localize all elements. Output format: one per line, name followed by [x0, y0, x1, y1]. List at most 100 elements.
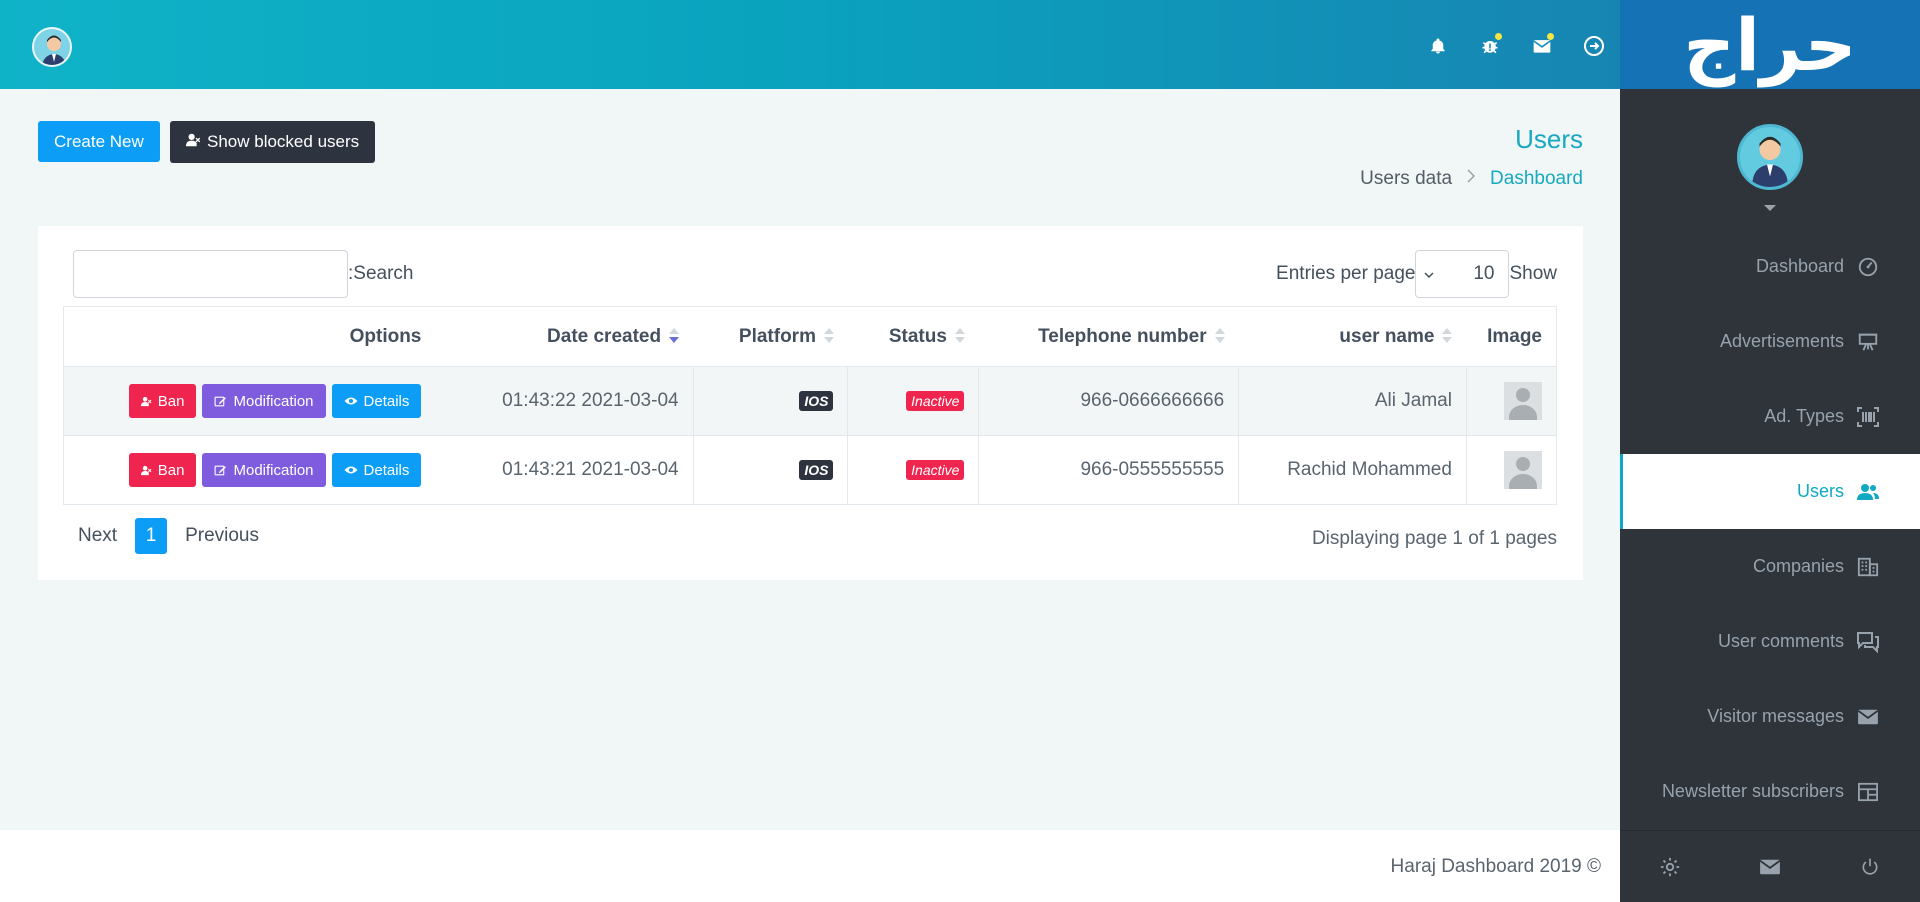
table-header-row: Options Date created Platform Status Tel… [63, 306, 1557, 367]
table-row: Ban Modification Details 01:43:22 2021-0… [63, 366, 1557, 436]
notification-dot [1495, 33, 1502, 40]
table-row: Ban Modification Details 01:43:21 2021-0… [63, 435, 1557, 505]
options-cell: Ban Modification Details [63, 366, 436, 436]
create-new-button[interactable]: Create New [38, 121, 160, 162]
breadcrumb-current: Users data [1360, 168, 1453, 189]
gear-icon[interactable] [1656, 853, 1684, 881]
users-table: Options Date created Platform Status Tel… [63, 306, 1557, 505]
table-icon [1856, 780, 1880, 804]
sidebar-nav: Dashboard Advertisements Ad. Types Users… [1620, 229, 1920, 829]
bell-icon[interactable] [1422, 30, 1454, 62]
search-control: :Search [73, 250, 413, 298]
telephone-cell: 966-0555555555 [978, 435, 1240, 505]
chevron-right-icon [1466, 168, 1476, 190]
show-blocked-users-button[interactable]: Show blocked users [170, 121, 376, 163]
sidebar-item-newsletter-subscribers[interactable]: Newsletter subscribers [1620, 754, 1920, 829]
column-image: Image [1466, 306, 1557, 367]
speedometer-icon [1856, 255, 1880, 279]
logout-icon[interactable] [1578, 30, 1610, 62]
username-cell: Ali Jamal [1238, 366, 1467, 436]
search-input[interactable] [73, 250, 348, 298]
modification-button[interactable]: Modification [202, 453, 326, 487]
pagination: Next 1 Previous [78, 518, 259, 554]
username-cell: Rachid Mohammed [1238, 435, 1467, 505]
notification-dot [1547, 33, 1554, 40]
entries-per-page-select[interactable]: 10 [1415, 250, 1510, 298]
sidebar-avatar[interactable] [1737, 124, 1803, 190]
status-badge: Inactive [906, 460, 965, 480]
easel-icon [1856, 330, 1880, 354]
show-label: Show [1509, 263, 1557, 284]
ban-button[interactable]: Ban [128, 384, 197, 418]
sidebar-item-dashboard[interactable]: Dashboard [1620, 229, 1920, 304]
column-user-name[interactable]: user name [1238, 306, 1467, 367]
platform-badge: IOS [799, 391, 834, 411]
details-button[interactable]: Details [331, 453, 422, 487]
column-platform[interactable]: Platform [693, 306, 848, 367]
column-status[interactable]: Status [847, 306, 979, 367]
show-blocked-users-label: Show blocked users [207, 132, 360, 151]
column-options: Options [63, 306, 436, 367]
options-cell: Ban Modification Details [63, 435, 436, 505]
sort-desc-icon [669, 328, 680, 344]
mail-icon[interactable] [1756, 853, 1784, 881]
sort-icon [1442, 328, 1453, 344]
barcode-icon [1856, 405, 1880, 429]
power-icon[interactable] [1856, 853, 1884, 881]
previous-page-link[interactable]: Previous [185, 525, 259, 547]
breadcrumb: Users data Dashboard [1360, 168, 1583, 190]
sort-icon [823, 328, 834, 344]
users-icon [1856, 480, 1880, 504]
footer-text: Haraj Dashboard 2019 © [1390, 856, 1601, 877]
mail-icon[interactable] [1526, 30, 1558, 62]
sidebar-footer [1620, 830, 1920, 902]
date-cell: 01:43:21 2021-03-04 [435, 435, 694, 505]
entries-label: Entries per page [1276, 263, 1416, 284]
date-cell: 01:43:22 2021-03-04 [435, 366, 694, 436]
sidebar-item-companies[interactable]: Companies [1620, 529, 1920, 604]
page-1-button[interactable]: 1 [135, 518, 168, 554]
envelope-icon [1856, 705, 1880, 729]
status-cell: Inactive [847, 366, 980, 436]
image-cell [1466, 366, 1557, 436]
status-cell: Inactive [847, 435, 980, 505]
footer: Haraj Dashboard 2019 © [0, 830, 1620, 902]
chevron-down-icon [1424, 263, 1434, 285]
logo[interactable]: حراج [1620, 0, 1920, 89]
entries-value: 10 [1473, 263, 1495, 284]
telephone-cell: 966-0666666666 [978, 366, 1240, 436]
sidebar: حراج Dashboard Advertisements Ad. Types [1620, 0, 1920, 902]
top-bar [0, 0, 1620, 89]
bug-icon[interactable] [1474, 30, 1506, 62]
user-placeholder-icon [1504, 382, 1542, 420]
sort-icon [954, 328, 965, 344]
sort-icon [1214, 328, 1225, 344]
next-page-link[interactable]: Next [78, 525, 117, 547]
platform-cell: IOS [693, 366, 849, 436]
ban-button[interactable]: Ban [128, 453, 197, 487]
sidebar-item-visitor-messages[interactable]: Visitor messages [1620, 679, 1920, 754]
sidebar-item-users[interactable]: Users [1620, 454, 1920, 529]
page-title: Users [1515, 124, 1583, 154]
user-block-icon [186, 132, 201, 152]
column-telephone[interactable]: Telephone number [978, 306, 1239, 367]
breadcrumb-home-link[interactable]: Dashboard [1490, 168, 1583, 190]
modification-button[interactable]: Modification [202, 384, 326, 418]
comments-icon [1856, 630, 1880, 654]
platform-badge: IOS [799, 460, 834, 480]
sidebar-item-ad-types[interactable]: Ad. Types [1620, 379, 1920, 454]
user-placeholder-icon [1504, 451, 1542, 489]
column-date-created[interactable]: Date created [435, 306, 694, 367]
users-table-card: :Search Entries per page 10 Show Options… [38, 226, 1583, 580]
sidebar-item-user-comments[interactable]: User comments [1620, 604, 1920, 679]
avatar[interactable] [32, 27, 72, 67]
details-button[interactable]: Details [331, 384, 422, 418]
page-info: Displaying page 1 of 1 pages [1311, 528, 1557, 549]
platform-cell: IOS [693, 435, 849, 505]
user-menu-caret-icon[interactable] [1764, 205, 1776, 211]
sidebar-item-advertisements[interactable]: Advertisements [1620, 304, 1920, 379]
status-badge: Inactive [906, 391, 965, 411]
image-cell [1466, 435, 1557, 505]
entries-control: Entries per page 10 Show [1276, 250, 1557, 298]
building-icon [1856, 555, 1880, 579]
